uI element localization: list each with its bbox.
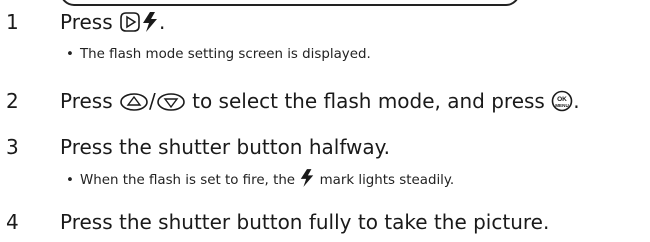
- flash-icon: [141, 11, 159, 38]
- svg-text:OK: OK: [557, 96, 567, 103]
- bullet: •: [66, 47, 74, 62]
- step-text-after: .: [573, 89, 580, 113]
- step-number: 2: [6, 89, 19, 113]
- slash: /: [149, 89, 156, 113]
- step-3-note: • When the flash is set to fire, the mark…: [66, 168, 454, 194]
- step-text-before: Press: [60, 10, 113, 34]
- step-text-before: Press: [60, 89, 113, 113]
- flash-icon: [299, 168, 315, 194]
- top-rounded-rule: [60, 0, 520, 6]
- step-number: 3: [6, 135, 19, 159]
- ok-menu-button-icon: OK MENU: [551, 90, 573, 117]
- step-number: 1: [6, 10, 19, 34]
- step-text: Press / to select the flash mode, and pr…: [60, 89, 580, 117]
- step-text: Press .: [60, 10, 165, 38]
- up-button-icon: [119, 92, 149, 117]
- step-1-note: • The flash mode setting screen is displa…: [66, 46, 371, 64]
- bullet: •: [66, 173, 74, 188]
- step-number: 4: [6, 210, 19, 234]
- svg-text:MENU: MENU: [555, 103, 569, 108]
- note-text: The flash mode setting screen is display…: [80, 47, 371, 62]
- down-button-icon: [156, 92, 186, 117]
- step-text: Press the shutter button fully to take t…: [60, 210, 550, 234]
- right-button-icon: [119, 11, 141, 38]
- step-text: Press the shutter button halfway.: [60, 135, 390, 159]
- step-text-after: .: [159, 10, 166, 34]
- note-text-before: When the flash is set to fire, the: [80, 173, 296, 188]
- step-text-mid: to select the flash mode, and press: [192, 89, 545, 113]
- note-text-after: mark lights steadily.: [319, 173, 455, 188]
